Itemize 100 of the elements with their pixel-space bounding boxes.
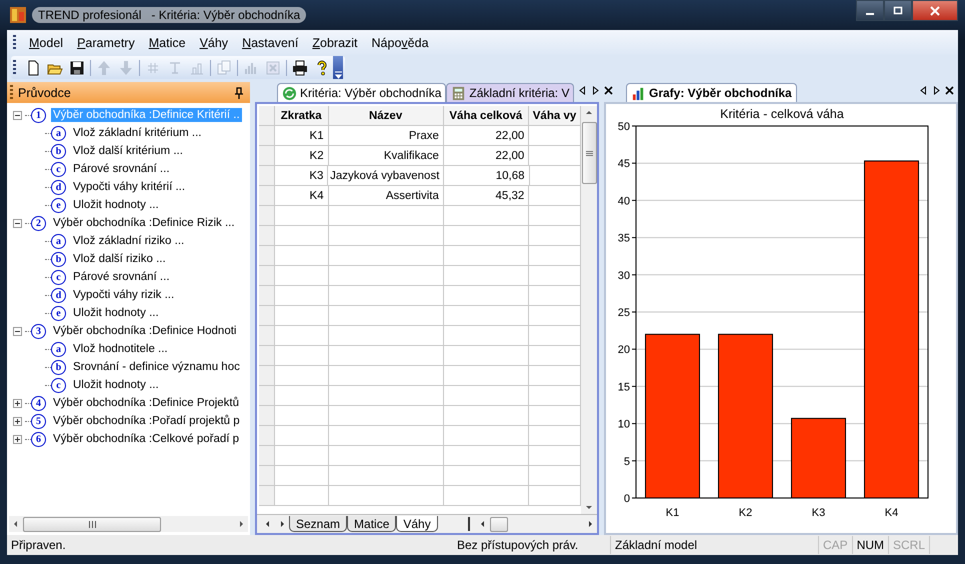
column-header[interactable]: Zkratka bbox=[274, 106, 329, 126]
scrollbar-thumb[interactable] bbox=[490, 516, 508, 532]
sheet-tab[interactable]: Váhy bbox=[396, 516, 438, 532]
axis-label: K2 bbox=[738, 507, 752, 519]
step-badge: d bbox=[51, 288, 66, 302]
step-badge: 4 bbox=[31, 396, 46, 410]
tree-item[interactable]: Výběr obchodníka :Definice Projektů bbox=[51, 396, 242, 410]
close-button[interactable] bbox=[912, 0, 958, 21]
bar-chart-icon bbox=[631, 86, 646, 100]
menu-item[interactable]: Matice bbox=[144, 34, 193, 52]
table-cell: Praxe bbox=[328, 126, 444, 146]
axis-label: K3 bbox=[812, 507, 826, 519]
document-tab[interactable]: Kritéria: Výběr obchodníka bbox=[277, 83, 446, 102]
step-badge: a bbox=[51, 342, 66, 356]
document-tab[interactable]: Základní kritéria: V bbox=[446, 83, 574, 102]
step-badge: b bbox=[51, 252, 66, 266]
step-badge: 2 bbox=[31, 216, 46, 230]
axis-label: 15 bbox=[618, 381, 630, 394]
chart-title: Kritéria - celková váha bbox=[720, 107, 844, 121]
up-arrow-icon bbox=[96, 60, 112, 76]
sheet-tab[interactable]: Seznam bbox=[289, 516, 348, 532]
minimize-icon bbox=[866, 12, 874, 14]
table-cell: Kvalifikace bbox=[328, 146, 444, 166]
tree-item[interactable]: Srovnání - definice významu hoc bbox=[71, 360, 242, 374]
documents-icon bbox=[216, 60, 232, 76]
tree-item[interactable]: Vypočti váhy kritérií ... bbox=[71, 180, 188, 194]
scrollbar-thumb[interactable] bbox=[23, 516, 161, 532]
menu-item[interactable]: Model bbox=[24, 34, 70, 52]
collapse-icon[interactable] bbox=[13, 218, 22, 228]
tree-item[interactable]: Výběr obchodníka :Definice Rizik ... bbox=[51, 216, 237, 230]
menu-item[interactable]: Zobrazit bbox=[307, 34, 365, 52]
tree-item[interactable]: Vlož hodnotitele ... bbox=[71, 342, 170, 356]
left-arrow-icon[interactable] bbox=[578, 86, 588, 95]
tree-item[interactable]: Výběr obchodníka :Definice Hodnoti bbox=[51, 324, 238, 338]
tree-item[interactable]: Párové srovnání ... bbox=[71, 270, 172, 284]
step-badge: b bbox=[51, 144, 66, 158]
table-cell: 22,00 bbox=[444, 146, 530, 166]
tree-item[interactable]: Uložit hodnoty ... bbox=[71, 378, 161, 392]
step-badge: c bbox=[51, 378, 66, 392]
toolbar-overflow-button[interactable] bbox=[333, 56, 343, 79]
calculator-icon bbox=[451, 86, 466, 100]
document-title: - Kritéria: Výběr obchodníka bbox=[151, 8, 300, 22]
step-badge: a bbox=[51, 126, 66, 140]
pin-icon[interactable] bbox=[234, 86, 244, 98]
text-icon bbox=[167, 60, 183, 76]
toolbar-grip[interactable] bbox=[13, 60, 16, 76]
tree-item[interactable]: Vlož základní riziko ... bbox=[71, 234, 186, 248]
right-arrow-icon[interactable] bbox=[591, 86, 600, 95]
delete-icon bbox=[265, 60, 281, 76]
tree-item[interactable]: Uložit hodnoty ... bbox=[71, 306, 161, 320]
menu-item[interactable]: Parametry bbox=[72, 34, 142, 52]
table-cell: 22,00 bbox=[444, 126, 530, 146]
close-icon[interactable] bbox=[604, 86, 614, 95]
expand-icon[interactable] bbox=[13, 416, 22, 426]
tree-item[interactable]: Výběr obchodníka :Pořadí projektů p bbox=[51, 414, 242, 428]
step-badge: b bbox=[51, 360, 66, 374]
left-arrow-icon[interactable] bbox=[919, 86, 928, 95]
window-title: TREND profesionál bbox=[38, 8, 142, 22]
minimize-button[interactable] bbox=[856, 0, 884, 21]
table-cell: K2 bbox=[274, 146, 329, 166]
document-tab[interactable]: Grafy: Výběr obchodníka bbox=[626, 83, 797, 102]
column-header[interactable]: Váha celková bbox=[444, 106, 529, 126]
axis-label: 25 bbox=[618, 307, 630, 319]
scrollbar-thumb[interactable] bbox=[582, 122, 596, 184]
tree-item[interactable]: Uložit hodnoty ... bbox=[71, 198, 161, 212]
save-icon bbox=[69, 60, 85, 76]
menu-item[interactable]: Nápověda bbox=[366, 34, 436, 52]
menu-item[interactable]: Nastavení bbox=[237, 34, 306, 52]
axis-label: 0 bbox=[624, 493, 630, 505]
tree-item[interactable]: Vlož základní kritérium ... bbox=[71, 126, 204, 140]
corner-header bbox=[259, 106, 275, 126]
sheet-tab[interactable]: Matice bbox=[347, 516, 396, 532]
menu-item[interactable]: Váhy bbox=[194, 34, 236, 52]
tree-item[interactable]: Vypočti váhy rizik ... bbox=[71, 288, 176, 302]
step-badge: 6 bbox=[31, 432, 46, 446]
axis-label: 50 bbox=[618, 121, 630, 133]
step-badge: 5 bbox=[31, 414, 46, 428]
maximize-icon bbox=[893, 6, 903, 16]
down-arrow-icon bbox=[118, 60, 134, 76]
table-cell: K3 bbox=[274, 166, 328, 186]
menu-grip[interactable] bbox=[13, 34, 16, 50]
close-icon[interactable] bbox=[945, 86, 954, 95]
step-badge: e bbox=[51, 306, 66, 320]
maximize-button[interactable] bbox=[884, 0, 912, 21]
tree-item[interactable]: Výběr obchodníka :Celkové pořadí p bbox=[51, 432, 242, 446]
step-badge: 1 bbox=[31, 108, 46, 122]
axis-label: 5 bbox=[624, 456, 630, 468]
expand-icon[interactable] bbox=[13, 434, 22, 444]
expand-icon[interactable] bbox=[13, 398, 22, 408]
column-header[interactable]: Váha vy bbox=[529, 106, 581, 126]
collapse-icon[interactable] bbox=[13, 110, 22, 120]
right-arrow-icon[interactable] bbox=[932, 86, 941, 95]
axis-label: K1 bbox=[666, 507, 680, 519]
column-header[interactable]: Název bbox=[328, 106, 444, 126]
tree-item[interactable]: Párové srovnání ... bbox=[71, 162, 172, 176]
step-badge: 3 bbox=[31, 324, 46, 338]
tree-item[interactable]: Vlož další riziko ... bbox=[71, 252, 168, 266]
collapse-icon[interactable] bbox=[13, 326, 22, 336]
tree-item[interactable]: Vlož další kritérium ... bbox=[71, 144, 185, 158]
print-icon bbox=[292, 60, 308, 76]
